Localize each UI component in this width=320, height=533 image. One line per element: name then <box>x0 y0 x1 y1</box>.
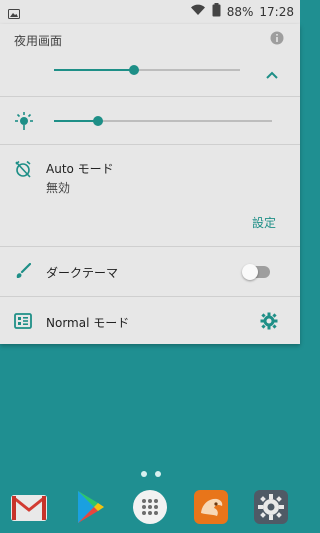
image-icon <box>8 4 20 23</box>
alarm-off-icon <box>14 160 32 182</box>
night-slider[interactable] <box>54 65 240 75</box>
panel-title: 夜用画面 <box>14 34 63 48</box>
battery-icon <box>212 3 221 20</box>
divider <box>0 96 300 97</box>
clock-time: 17:28 <box>259 4 294 19</box>
gear-icon[interactable] <box>260 312 278 334</box>
auto-mode-value: 無効 <box>46 181 71 195</box>
cm-browser-app-icon[interactable] <box>192 488 230 526</box>
brightness-icon <box>14 111 34 135</box>
page-indicator <box>141 471 161 477</box>
auto-mode-label: Auto モード <box>46 162 114 176</box>
battery-percent: 88% <box>226 4 254 19</box>
brightness-slider-row <box>0 110 300 132</box>
app-drawer-icon[interactable] <box>131 488 169 526</box>
page-dot <box>155 471 161 477</box>
moon-icon <box>28 4 38 23</box>
night-slider-fill <box>54 69 134 71</box>
dark-theme-toggle[interactable] <box>242 264 270 280</box>
auto-mode-row[interactable]: Auto モード 無効 <box>0 158 300 198</box>
night-screen-panel: 夜用画面 Auto モード 無効 設定 ダークテーマ Normal モード <box>0 24 300 344</box>
night-slider-row <box>0 58 300 82</box>
divider <box>0 296 300 297</box>
gmail-app-icon[interactable] <box>10 488 48 526</box>
status-bar: 88% 17:28 <box>0 0 300 24</box>
dark-theme-row[interactable]: ダークテーマ <box>0 260 300 284</box>
night-slider-thumb[interactable] <box>128 65 139 75</box>
play-store-app-icon[interactable] <box>72 488 110 526</box>
info-icon[interactable] <box>270 30 284 49</box>
divider <box>0 144 300 145</box>
brightness-slider-thumb[interactable] <box>92 116 103 126</box>
settings-link[interactable]: 設定 <box>252 214 276 231</box>
chevron-up-icon[interactable] <box>266 64 278 83</box>
wifi-icon <box>190 4 206 19</box>
brightness-slider-fill <box>54 120 98 122</box>
app-dock <box>0 484 300 533</box>
divider <box>0 246 300 247</box>
dark-theme-label: ダークテーマ <box>46 266 119 280</box>
normal-mode-label: Normal モード <box>46 316 130 330</box>
chip-icon <box>14 313 32 333</box>
moon-icon <box>16 61 30 83</box>
brightness-slider[interactable] <box>54 116 272 126</box>
settings-app-icon[interactable] <box>252 488 290 526</box>
normal-mode-row[interactable]: Normal モード <box>0 310 300 334</box>
page-dot <box>141 471 147 477</box>
brush-icon <box>15 262 32 283</box>
